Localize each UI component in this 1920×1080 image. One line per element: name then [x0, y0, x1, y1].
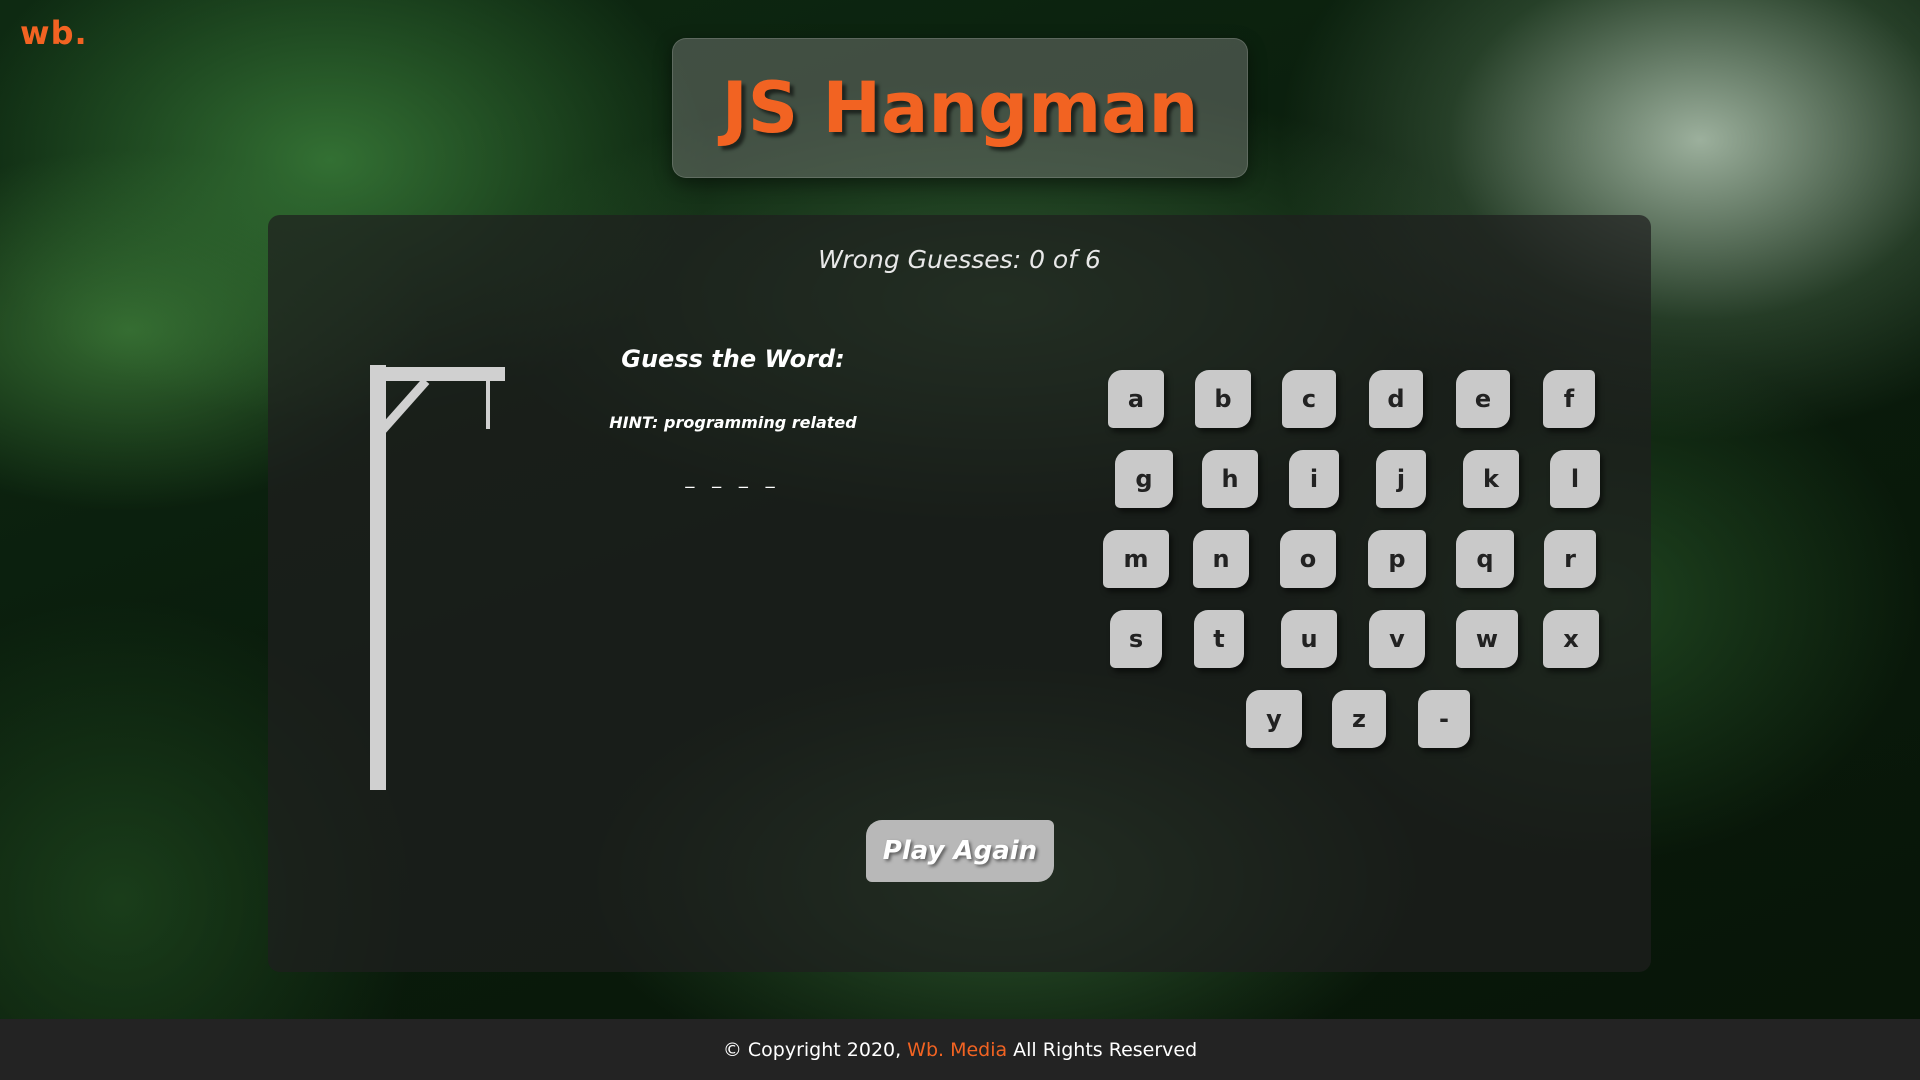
letter-key-i[interactable]: i — [1289, 450, 1339, 508]
letter-key-s[interactable]: s — [1110, 610, 1162, 668]
letter-key-k[interactable]: k — [1463, 450, 1519, 508]
letter-key-d[interactable]: d — [1369, 370, 1423, 428]
wrong-guesses-counter: Wrong Guesses: 0 of 6 — [818, 245, 1101, 274]
letter-key-f[interactable]: f — [1543, 370, 1595, 428]
letter-key-o[interactable]: o — [1280, 530, 1336, 588]
letter-key-t[interactable]: t — [1194, 610, 1244, 668]
guess-area: Guess the Word: HINT: programming relate… — [568, 345, 898, 489]
gallows-rope — [486, 381, 490, 429]
game-panel: Wrong Guesses: 0 of 6 Guess the Word: HI… — [268, 215, 1651, 972]
keyboard-row: ghijkl — [1108, 450, 1608, 530]
letter-key-p[interactable]: p — [1368, 530, 1426, 588]
title-banner: JS Hangman — [672, 38, 1248, 178]
letter-key-j[interactable]: j — [1376, 450, 1426, 508]
footer-copyright: © Copyright 2020, — [722, 1038, 902, 1061]
letter-keyboard: abcdefghijklmnopqrstuvwxyz- — [1103, 370, 1608, 770]
letter-key-g[interactable]: g — [1115, 450, 1173, 508]
letter-key-hyphen[interactable]: - — [1418, 690, 1470, 748]
hint-text: HINT: programming related — [609, 413, 857, 432]
keyboard-row: mnopqr — [1103, 530, 1608, 610]
play-again-button[interactable]: Play Again — [866, 820, 1054, 882]
footer-rights: All Rights Reserved — [1013, 1038, 1198, 1061]
letter-key-n[interactable]: n — [1193, 530, 1249, 588]
letter-key-z[interactable]: z — [1332, 690, 1386, 748]
keyboard-row: yz- — [1108, 690, 1608, 770]
letter-key-b[interactable]: b — [1195, 370, 1251, 428]
letter-key-a[interactable]: a — [1108, 370, 1164, 428]
letter-key-w[interactable]: w — [1456, 610, 1518, 668]
letter-key-q[interactable]: q — [1456, 530, 1514, 588]
letter-key-y[interactable]: y — [1246, 690, 1302, 748]
letter-key-r[interactable]: r — [1544, 530, 1596, 588]
guess-title: Guess the Word: — [621, 345, 845, 373]
keyboard-row: stuvwx — [1108, 610, 1608, 690]
letter-key-l[interactable]: l — [1550, 450, 1600, 508]
brand-logo[interactable]: wb. — [20, 14, 88, 52]
letter-key-c[interactable]: c — [1282, 370, 1336, 428]
letter-key-v[interactable]: v — [1369, 610, 1425, 668]
footer-brand-link[interactable]: Wb. Media — [907, 1039, 1007, 1061]
gallows-drawing — [370, 365, 505, 790]
word-blanks: _ _ _ _ — [685, 468, 781, 489]
page-title: JS Hangman — [721, 67, 1199, 149]
letter-key-h[interactable]: h — [1202, 450, 1258, 508]
letter-key-e[interactable]: e — [1456, 370, 1510, 428]
letter-key-m[interactable]: m — [1103, 530, 1169, 588]
keyboard-row: abcdef — [1108, 370, 1608, 450]
footer: © Copyright 2020, Wb. Media All Rights R… — [0, 1019, 1920, 1080]
letter-key-x[interactable]: x — [1543, 610, 1599, 668]
letter-key-u[interactable]: u — [1281, 610, 1337, 668]
gallows-beam — [370, 367, 505, 381]
